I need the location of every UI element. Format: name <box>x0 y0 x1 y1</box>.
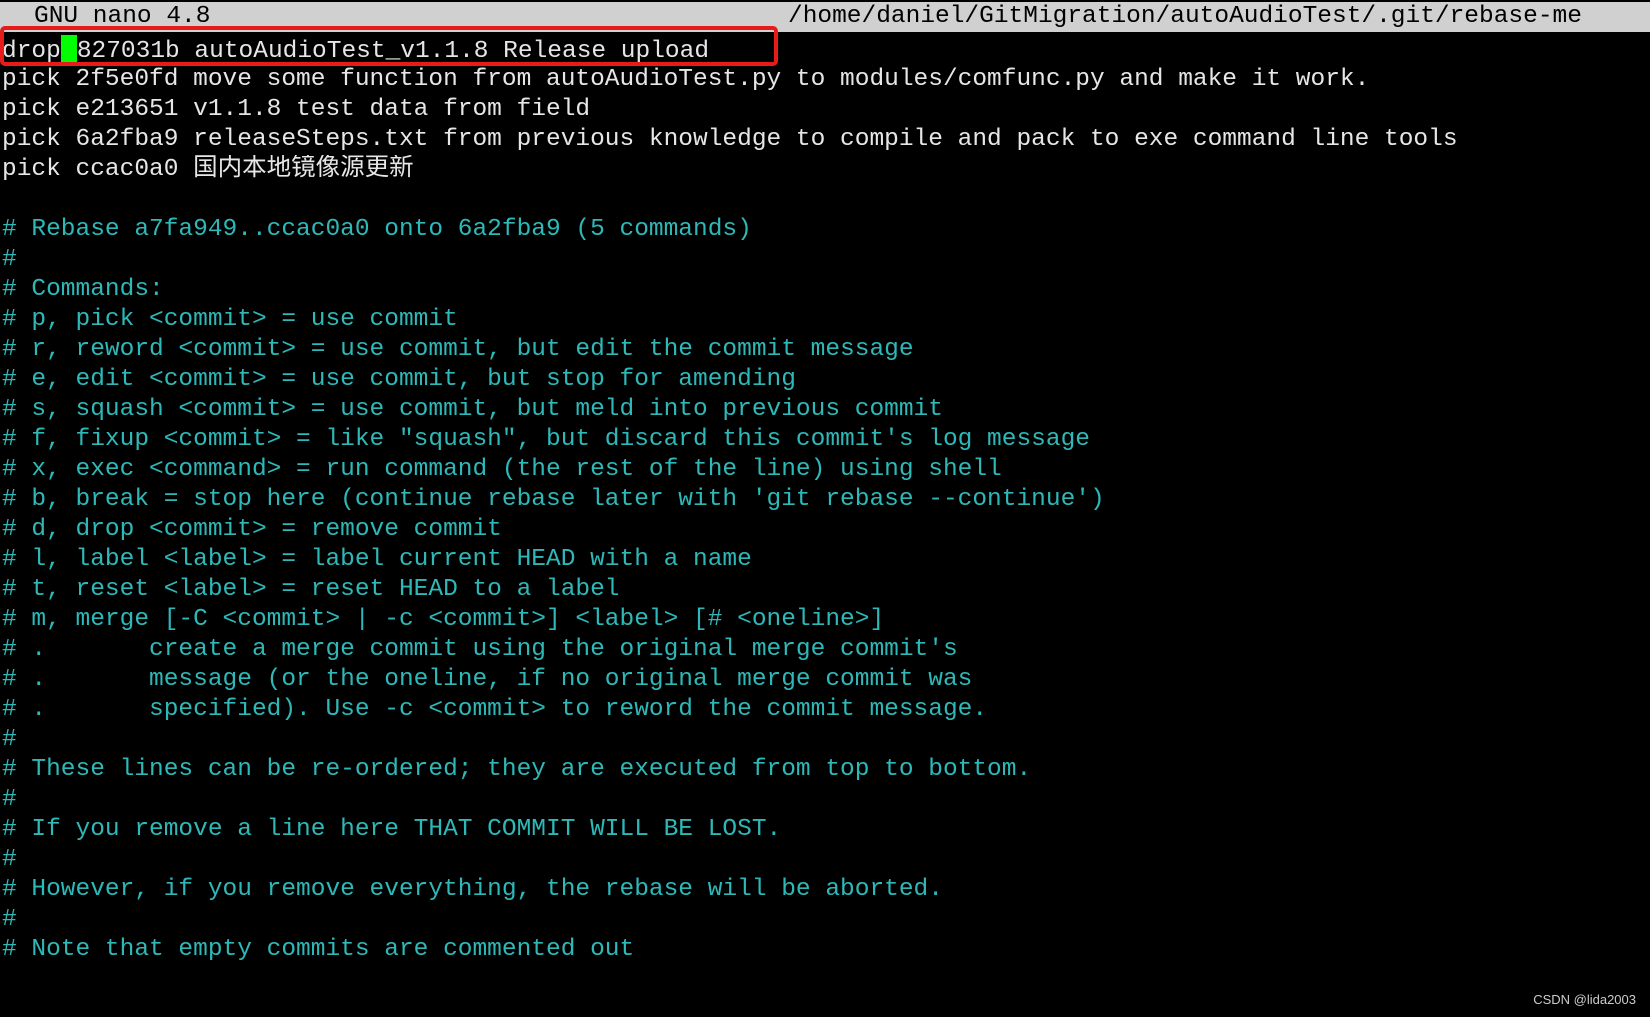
file-path: /home/daniel/GitMigration/autoAudioTest/… <box>788 3 1582 30</box>
editor-line[interactable] <box>2 185 1648 215</box>
editor-line-comment[interactable]: # . create a merge commit using the orig… <box>2 635 1648 665</box>
editor-line-comment[interactable]: # m, merge [-C <commit> | -c <commit>] <… <box>2 605 1648 635</box>
editor-line[interactable]: pick e213651 v1.1.8 test data from field <box>2 95 1648 125</box>
editor-line-comment[interactable]: # <box>2 725 1648 755</box>
editor-line-comment[interactable]: # <box>2 905 1648 935</box>
editor-line-comment[interactable]: # d, drop <commit> = remove commit <box>2 515 1648 545</box>
editor-line-comment[interactable]: # p, pick <commit> = use commit <box>2 305 1648 335</box>
editor-line-comment[interactable]: # Rebase a7fa949..ccac0a0 onto 6a2fba9 (… <box>2 215 1648 245</box>
rebase-command: drop <box>2 38 61 65</box>
editor-line-comment[interactable]: # If you remove a line here THAT COMMIT … <box>2 815 1648 845</box>
editor-line-comment[interactable]: # <box>2 845 1648 875</box>
editor-line-comment[interactable]: # These lines can be re-ordered; they ar… <box>2 755 1648 785</box>
editor-line-comment[interactable]: # f, fixup <commit> = like "squash", but… <box>2 425 1648 455</box>
editor-line-comment[interactable]: # . message (or the oneline, if no origi… <box>2 665 1648 695</box>
editor-line-comment[interactable]: # <box>2 245 1648 275</box>
editor-line-comment[interactable]: # However, if you remove everything, the… <box>2 875 1648 905</box>
watermark: CSDN @lida2003 <box>1533 992 1636 1007</box>
editor-line-current[interactable]: drop 827031b autoAudioTest_v1.1.8 Release… <box>2 35 1648 65</box>
editor-line-comment[interactable]: # . specified). Use -c <commit> to rewor… <box>2 695 1648 725</box>
editor-line-comment[interactable]: # l, label <label> = label current HEAD … <box>2 545 1648 575</box>
commit-description: 827031b autoAudioTest_v1.1.8 Release upl… <box>76 38 710 65</box>
text-cursor <box>60 35 77 63</box>
nano-title-bar: GNU nano 4.8 /home/daniel/GitMigration/a… <box>0 2 1650 32</box>
editor-line-comment[interactable]: # Commands: <box>2 275 1648 305</box>
editor-line-comment[interactable]: # <box>2 785 1648 815</box>
editor-line-comment[interactable]: # r, reword <commit> = use commit, but e… <box>2 335 1648 365</box>
editor-line-comment[interactable]: # s, squash <commit> = use commit, but m… <box>2 395 1648 425</box>
editor-line[interactable]: pick 6a2fba9 releaseSteps.txt from previ… <box>2 125 1648 155</box>
editor-line[interactable]: pick 2f5e0fd move some function from aut… <box>2 65 1648 95</box>
editor-line-comment[interactable]: # x, exec <command> = run command (the r… <box>2 455 1648 485</box>
editor-line-comment[interactable]: # Note that empty commits are commented … <box>2 935 1648 965</box>
editor-area[interactable]: drop 827031b autoAudioTest_v1.1.8 Release… <box>2 35 1648 965</box>
editor-line-comment[interactable]: # e, edit <commit> = use commit, but sto… <box>2 365 1648 395</box>
app-title: GNU nano 4.8 <box>34 3 211 30</box>
editor-line[interactable]: pick ccac0a0 国内本地镜像源更新 <box>2 155 1648 185</box>
editor-line-comment[interactable]: # t, reset <label> = reset HEAD to a lab… <box>2 575 1648 605</box>
editor-line-comment[interactable]: # b, break = stop here (continue rebase … <box>2 485 1648 515</box>
